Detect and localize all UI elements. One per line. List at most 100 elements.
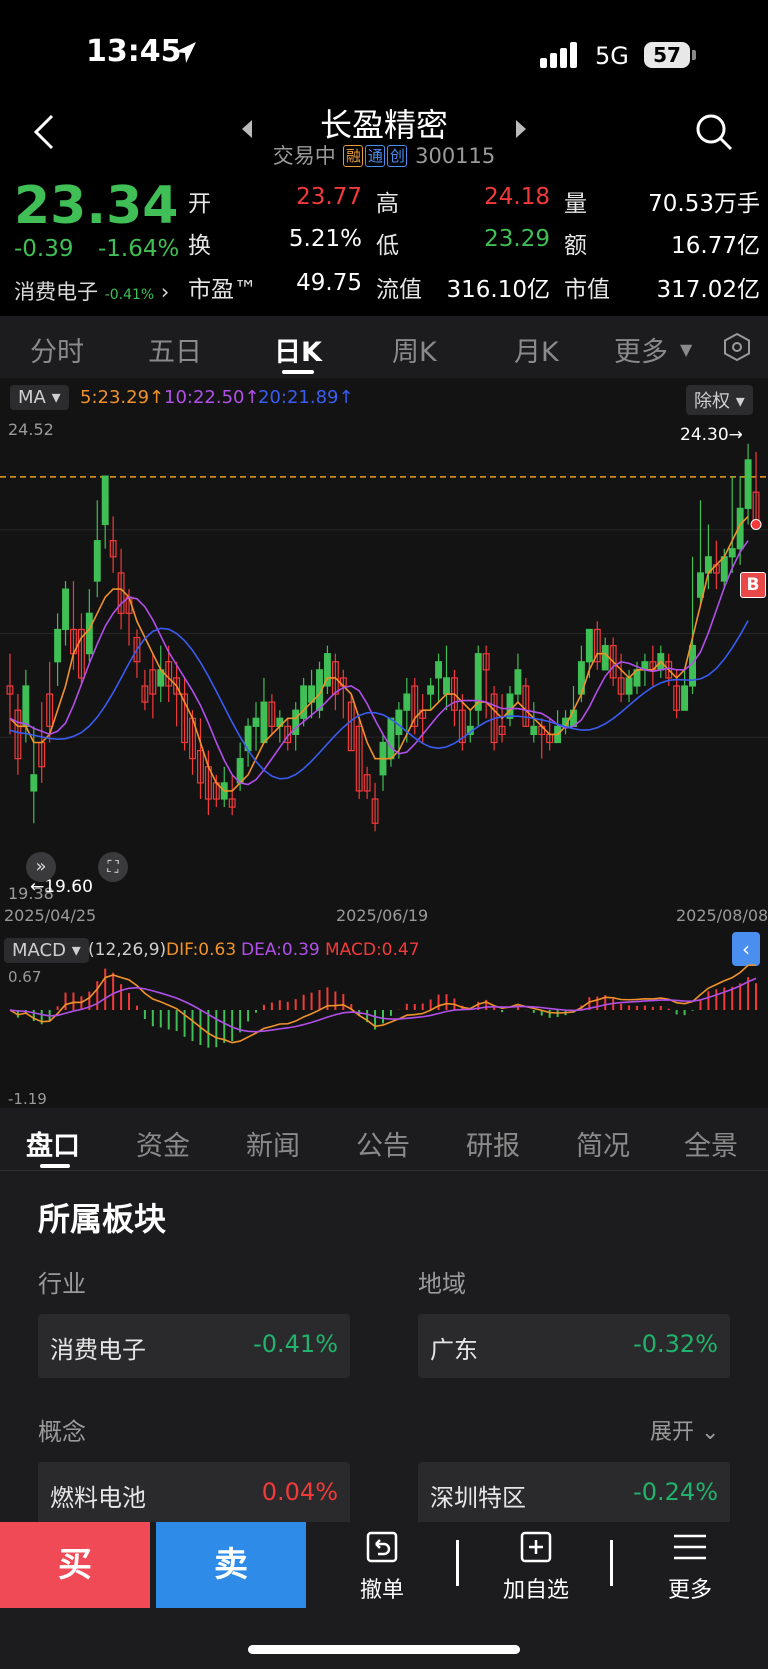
quote-label: 流值	[376, 277, 422, 303]
toolbar-separator	[456, 1540, 459, 1586]
macd-y-bottom: -1.19	[8, 1090, 47, 1108]
next-stock-icon[interactable]	[514, 118, 528, 140]
quote-value: 49.75	[296, 270, 362, 296]
candle	[506, 685, 514, 727]
signal-bars-icon	[540, 42, 577, 68]
tab-info-4[interactable]: 研报	[466, 1124, 520, 1163]
quote-label: 开	[188, 191, 211, 217]
tab-chart-5[interactable]: 更多	[614, 330, 668, 369]
candle	[482, 645, 490, 719]
chevron-down-icon: ⌄	[701, 1420, 720, 1445]
y-high-label: 24.52	[8, 420, 54, 439]
battery-level: 57	[644, 42, 690, 68]
candle	[77, 613, 85, 686]
candle	[220, 766, 228, 808]
expand-left-icon[interactable]: »	[26, 852, 56, 882]
more-caret-icon: ▼	[680, 340, 693, 359]
expand-button[interactable]: 展开 ⌄	[650, 1414, 719, 1446]
tab-chart-3[interactable]: 周K	[392, 330, 437, 369]
tab-chart-0[interactable]: 分时	[30, 330, 84, 369]
candle	[474, 645, 482, 727]
candle	[681, 669, 689, 711]
sector-card-industry[interactable]: 消费电子 -0.41%	[38, 1314, 350, 1378]
macd-chart	[9, 964, 758, 1048]
tag-margin: 融	[343, 145, 364, 167]
stock-subtitle: 交易中 融通创 300115	[0, 140, 768, 170]
quote-label: 额	[564, 233, 587, 259]
candle	[141, 669, 149, 711]
candle	[752, 451, 760, 526]
undo-icon	[366, 1531, 398, 1563]
candle	[371, 782, 379, 832]
tag-gem: 创	[387, 145, 408, 167]
tab-info-3[interactable]: 公告	[356, 1124, 410, 1163]
kline-chart[interactable]	[0, 416, 768, 926]
candle	[149, 653, 157, 719]
macd-y-top: 0.67	[8, 968, 42, 986]
buy-button[interactable]: 买	[0, 1522, 150, 1608]
info-tab-indicator	[40, 1164, 70, 1168]
max-price-marker: 24.30→	[680, 425, 743, 445]
tab-chart-4[interactable]: 月K	[514, 330, 559, 369]
buy-marker[interactable]: B	[740, 572, 766, 598]
settings-hex-icon[interactable]	[722, 332, 752, 362]
divider	[0, 1170, 768, 1171]
fullscreen-icon[interactable]: ⛶	[98, 852, 128, 882]
quote-value: 23.29	[484, 226, 550, 252]
sector-card-concept-1[interactable]: 燃料电池 0.04%	[38, 1462, 350, 1526]
add-watchlist-button[interactable]: 加自选	[486, 1530, 586, 1604]
add-icon	[520, 1531, 552, 1563]
adjust-selector[interactable]: 除权 ▾	[686, 385, 753, 415]
current-price: 23.34	[14, 176, 179, 236]
quote-label: 低	[376, 233, 399, 259]
stock-code: 300115	[415, 144, 496, 168]
sector-pct: -0.41%	[104, 287, 155, 303]
candle	[252, 702, 260, 751]
sell-button[interactable]: 卖	[156, 1522, 306, 1608]
tab-info-5[interactable]: 简况	[576, 1124, 630, 1163]
section-title: 所属板块	[38, 1200, 167, 1238]
cancel-order-button[interactable]: 撤单	[332, 1530, 432, 1604]
network-type: 5G	[595, 42, 629, 70]
region-label: 地域	[418, 1270, 466, 1298]
macd-params: (12,26,9)	[88, 940, 167, 960]
quote-value: 316.10亿	[446, 277, 550, 303]
quote-value: 16.77亿	[671, 233, 760, 259]
candle	[363, 766, 371, 800]
ma-selector[interactable]: MA ▾	[10, 385, 69, 410]
candle	[355, 718, 363, 800]
candle	[181, 677, 189, 751]
candle	[728, 476, 736, 573]
candle	[54, 613, 62, 686]
price-change-pct: -1.64%	[98, 236, 180, 262]
sector-card-concept-2[interactable]: 深圳特区 -0.24%	[418, 1462, 730, 1526]
macd-value: MACD:0.47	[325, 940, 420, 960]
candle	[93, 500, 101, 598]
quote-label: 换	[188, 233, 211, 259]
candle	[530, 702, 538, 743]
candle	[331, 653, 339, 711]
date-label-start: 2025/04/25	[4, 906, 97, 925]
chevron-right-icon: ›	[160, 280, 170, 304]
tab-info-1[interactable]: 资金	[136, 1124, 190, 1163]
tab-info-6[interactable]: 全景	[684, 1124, 738, 1163]
concept-label: 概念	[38, 1418, 86, 1446]
quote-label: 市盈™	[188, 277, 257, 303]
tab-chart-2[interactable]: 日K	[274, 330, 322, 369]
candle	[689, 556, 696, 695]
candle	[268, 694, 276, 735]
candle	[387, 717, 395, 767]
trading-status: 交易中	[272, 144, 336, 168]
candle	[514, 653, 522, 703]
tab-info-2[interactable]: 新闻	[246, 1124, 300, 1163]
sector-link[interactable]: 消费电子 -0.41% ›	[14, 276, 169, 306]
more-button[interactable]: 更多	[640, 1530, 740, 1604]
tab-info-0[interactable]: 盘口	[26, 1124, 80, 1163]
ma20-value: 20:21.89↑	[258, 387, 354, 408]
candle	[109, 516, 117, 573]
quote-value: 70.53万手	[648, 191, 760, 217]
tab-chart-1[interactable]: 五日	[148, 330, 202, 369]
sector-card-region[interactable]: 广东 -0.32%	[418, 1314, 730, 1378]
candle	[101, 475, 109, 549]
candle	[625, 669, 633, 703]
